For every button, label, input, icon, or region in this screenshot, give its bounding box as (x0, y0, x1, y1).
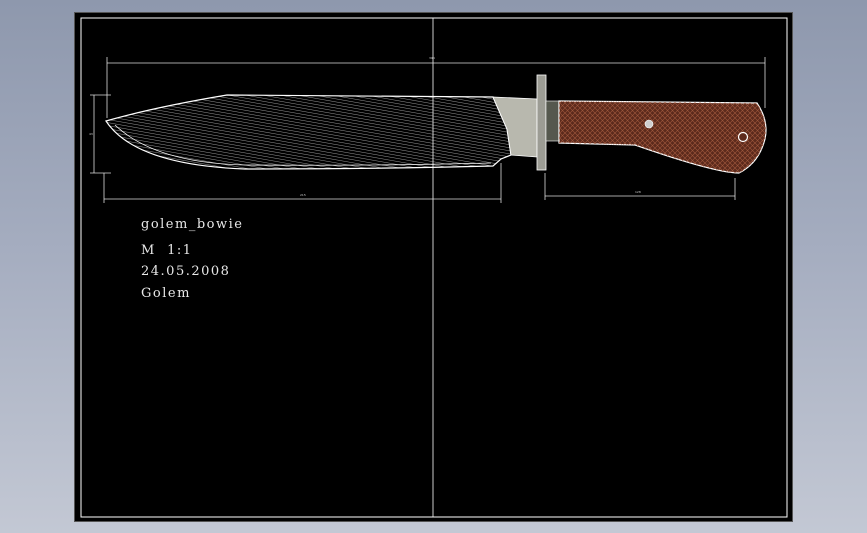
blade-height-dimension-text: 43 (89, 132, 93, 136)
handle-length-dimension (544, 173, 736, 200)
guard-spacer (545, 100, 560, 142)
drawing-scale: M 1:1 (141, 243, 193, 258)
drawing-name: golem_bowie (141, 217, 244, 232)
overall-dimension-text: 394 (429, 56, 435, 60)
blade-length-dimension-text: 215 (300, 193, 306, 197)
lanyard-hole (737, 131, 749, 143)
drawing-author: Golem (141, 286, 191, 301)
handle-pin (644, 119, 654, 129)
blade-height-dimension (90, 94, 111, 174)
knife-blade (105, 94, 512, 170)
knife-guard (536, 74, 547, 171)
handle-length-dimension-text: 128 (635, 190, 641, 194)
drawing-viewport[interactable]: 394 43 215 128 golem_bowie M 1:1 24.05.2… (74, 12, 793, 522)
drawing-date: 24.05.2008 (141, 264, 231, 279)
